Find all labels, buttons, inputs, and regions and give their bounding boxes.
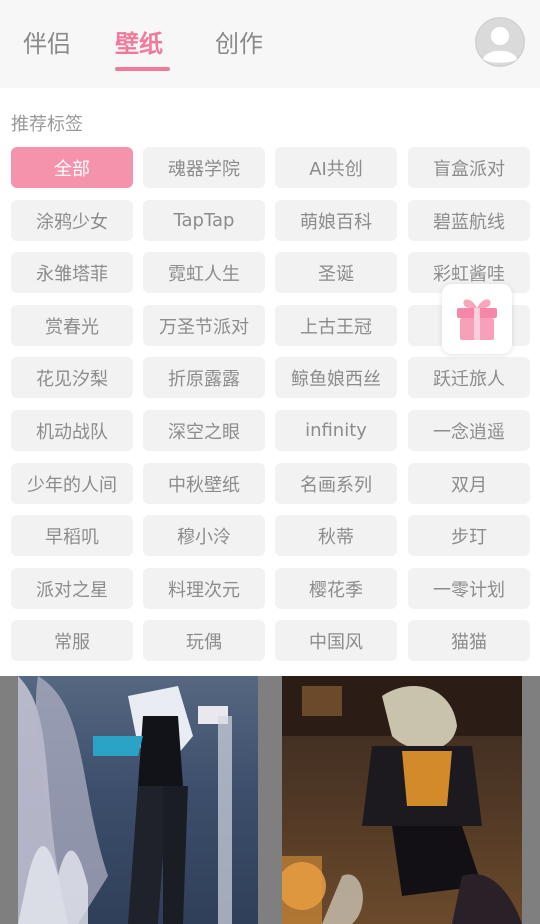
tag-item[interactable]: 步玎 <box>408 515 530 556</box>
tag-item[interactable]: 机动战队 <box>11 410 133 451</box>
gift-button[interactable] <box>442 284 512 354</box>
tag-item[interactable]: 猫猫 <box>408 620 530 661</box>
tag-item[interactable]: 双月 <box>408 463 530 504</box>
tag-item[interactable]: 穆小泠 <box>143 515 265 556</box>
tag-item[interactable]: AI共创 <box>275 147 397 188</box>
tag-item[interactable]: 霓虹人生 <box>143 252 265 293</box>
tag-item[interactable]: 涂鸦少女 <box>11 200 133 241</box>
tab-wallpaper[interactable]: 壁纸 <box>115 24 163 59</box>
tag-item[interactable]: 一零计划 <box>408 568 530 609</box>
tag-item[interactable]: 料理次元 <box>143 568 265 609</box>
tag-item[interactable]: 派对之星 <box>11 568 133 609</box>
tag-item[interactable]: 萌娘百科 <box>275 200 397 241</box>
wallpaper-thumbnail-1-art <box>18 676 232 924</box>
tag-item[interactable]: 碧蓝航线 <box>408 200 530 241</box>
tag-item[interactable]: TapTap <box>143 200 265 241</box>
tag-item[interactable]: 早稻叽 <box>11 515 133 556</box>
tag-all[interactable]: 全部 <box>11 147 133 188</box>
recommended-tags-title: 推荐标签 <box>11 114 83 135</box>
tag-item[interactable]: 中国风 <box>275 620 397 661</box>
tag-item[interactable]: 魂器学院 <box>143 147 265 188</box>
tag-item[interactable]: 名画系列 <box>275 463 397 504</box>
tag-item[interactable]: 少年的人间 <box>11 463 133 504</box>
tag-item[interactable]: infinity <box>275 410 397 451</box>
tag-item[interactable]: 中秋壁纸 <box>143 463 265 504</box>
tab-create[interactable]: 创作 <box>215 24 263 59</box>
tag-item[interactable]: 秋蒂 <box>275 515 397 556</box>
tab-companion[interactable]: 伴侣 <box>23 24 71 59</box>
gift-icon <box>457 299 497 340</box>
tag-item[interactable]: 一念逍遥 <box>408 410 530 451</box>
tag-item[interactable]: 花见汐梨 <box>11 357 133 398</box>
tag-item[interactable]: 深空之眼 <box>143 410 265 451</box>
tag-item[interactable]: 赏春光 <box>11 305 133 346</box>
active-tab-indicator <box>115 67 170 71</box>
tag-item[interactable]: 常服 <box>11 620 133 661</box>
tag-item[interactable]: 鲸鱼娘西丝 <box>275 357 397 398</box>
wallpaper-thumbnail-1[interactable] <box>18 676 258 924</box>
tag-item[interactable]: 永雏塔菲 <box>11 252 133 293</box>
default-user-avatar-icon <box>475 17 525 67</box>
wallpaper-thumbnail-2[interactable] <box>282 676 522 924</box>
user-avatar[interactable] <box>475 17 525 67</box>
tag-item[interactable]: 上古王冠 <box>275 305 397 346</box>
tag-item[interactable]: 折原露露 <box>143 357 265 398</box>
tag-item[interactable]: 盲盒派对 <box>408 147 530 188</box>
wallpaper-thumbnail-2-art <box>282 676 522 924</box>
top-header: 伴侣 壁纸 创作 <box>0 0 540 88</box>
tag-item[interactable]: 圣诞 <box>275 252 397 293</box>
tag-item[interactable]: 万圣节派对 <box>143 305 265 346</box>
tag-item[interactable]: 樱花季 <box>275 568 397 609</box>
tag-item[interactable]: 玩偶 <box>143 620 265 661</box>
tag-item[interactable]: 跃迁旅人 <box>408 357 530 398</box>
